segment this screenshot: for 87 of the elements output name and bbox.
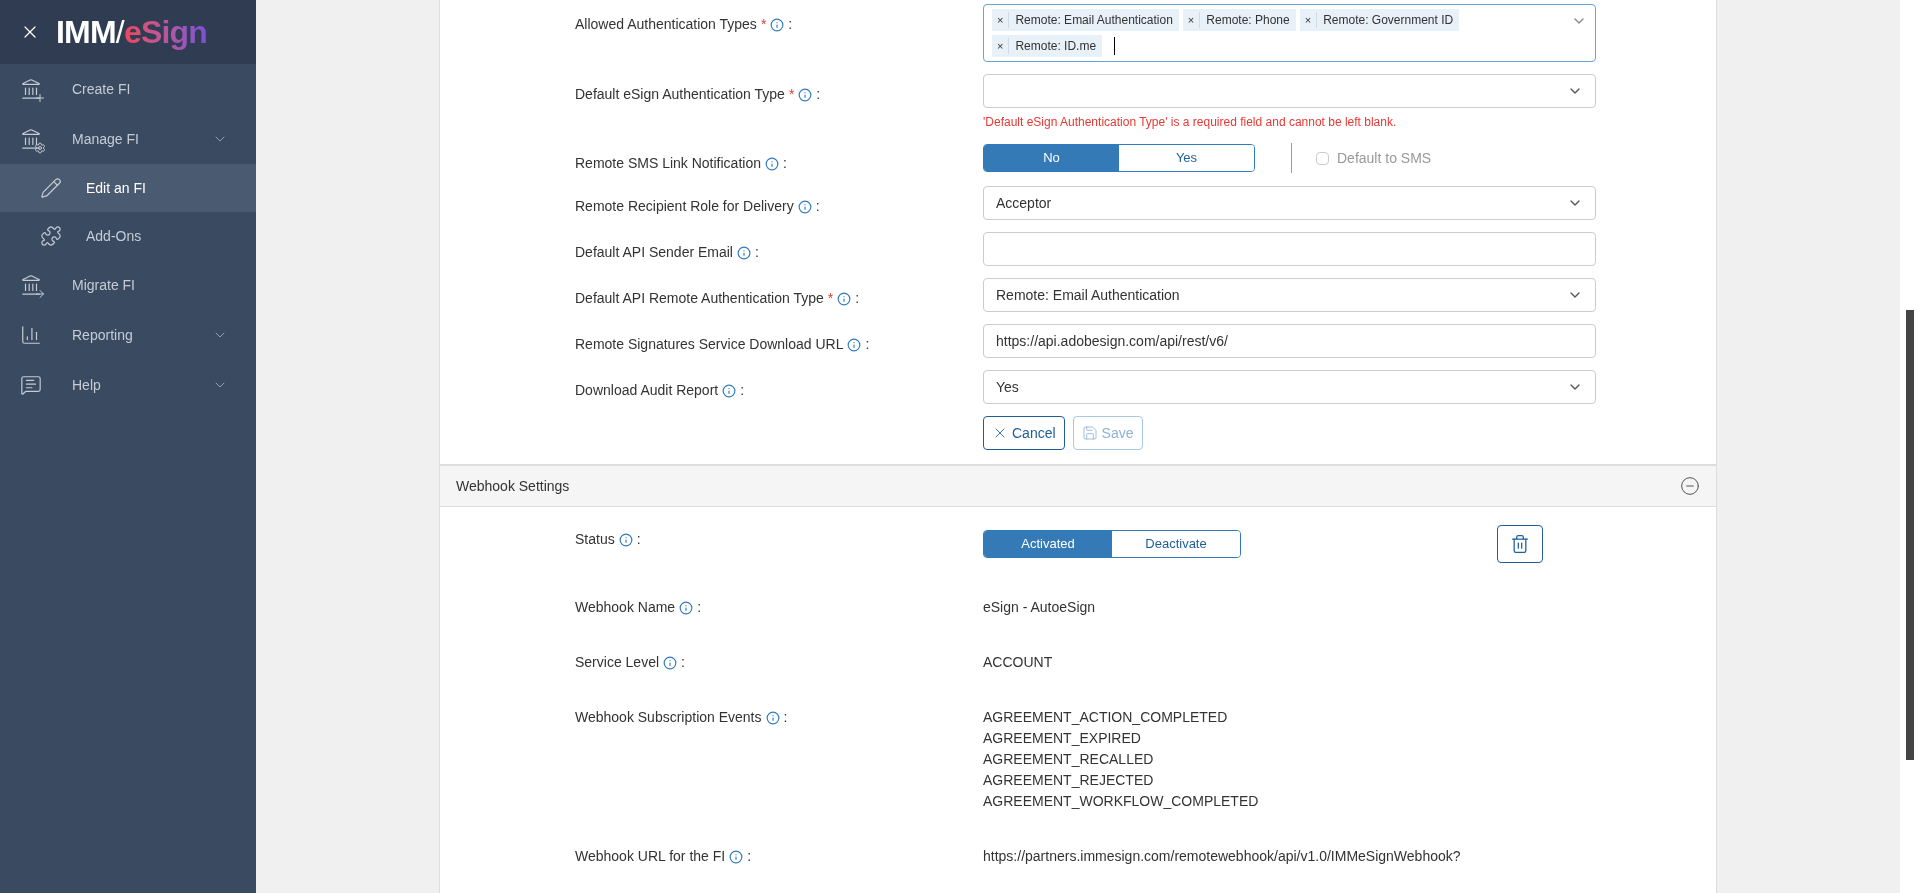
toggle-option[interactable]: No [984,145,1119,171]
field-value: eSign - AutoeSign [983,598,1096,617]
error-message: 'Default eSign Authentication Type' is a required field and cannot be left blank. [983,114,1398,131]
info-icon[interactable] [618,532,633,547]
field-value: AGREEMENT_RECALLED [983,750,1155,769]
colon: : [681,653,685,672]
select-field[interactable] [983,74,1596,108]
remove-tag-button[interactable]: × [992,37,1010,55]
field-label: Webhook URL for the FI [575,847,726,866]
colon: : [815,197,820,216]
info-icon[interactable] [663,655,678,670]
collapse-icon[interactable] [1680,476,1700,496]
field-value: AGREEMENT_ACTION_COMPLETED [983,708,1229,727]
colon: : [747,847,752,866]
info-icon[interactable] [737,245,751,260]
select-field[interactable]: Yes [983,370,1596,404]
info-icon[interactable] [770,17,785,32]
tags-field[interactable]: × Remote: Email Authentication × Remote: Phone × Remote: Government ID × Remote: ID.me [983,4,1596,62]
tag-label: Remote: Email Authentication [1014,12,1174,29]
info-icon[interactable] [847,337,862,352]
required-mark: * [760,15,767,34]
info-icon[interactable] [764,156,779,171]
colon: : [783,708,788,727]
nav-item[interactable]: Reporting [0,310,256,360]
nav-item[interactable]: Migrate FI [0,260,256,310]
colon: : [816,85,821,104]
info-icon[interactable] [679,600,694,615]
pencil-icon [40,177,62,199]
info-icon[interactable] [765,710,780,725]
field-label: Webhook Name [575,598,676,617]
remove-tag-button[interactable]: × [1182,11,1201,29]
tag-label: Remote: ID.me [1014,38,1098,55]
bank-arrow-icon [20,274,42,296]
colon: : [855,289,860,308]
help-icon [20,374,42,396]
colon: : [782,154,787,173]
select-field[interactable]: Acceptor [983,186,1596,220]
field-label: Allowed Authentication Types [575,15,757,34]
nav-item[interactable]: Manage FI [0,114,256,164]
nav-subitem[interactable]: Add-Ons [0,212,256,260]
field-label: Default API Sender Email [575,243,733,262]
remove-tag-button[interactable]: × [1299,11,1318,29]
field-label: Default API Remote Authentication Type [575,289,824,308]
colon: : [697,598,702,617]
remove-tag-button[interactable]: × [992,11,1010,29]
bank-plus-icon [20,78,42,100]
bar-chart-icon [20,324,42,346]
select-field[interactable]: Remote: Email Authentication [983,278,1596,312]
nav-item[interactable]: Create FI [0,64,256,114]
checkbox-label: Default to SMS [1337,148,1432,168]
text-field[interactable] [983,232,1596,266]
info-icon[interactable] [797,199,812,214]
toggle-option[interactable]: Activated [984,531,1112,557]
field-value: AGREEMENT_WORKFLOW_COMPLETED [983,792,1259,811]
info-icon[interactable] [837,291,852,306]
colon: : [740,381,745,400]
field-value: ACCOUNT [983,653,1053,672]
field-label: Default eSign Authentication Type [575,85,785,104]
info-icon[interactable] [798,87,813,102]
field-value: AGREEMENT_EXPIRED [983,729,1142,748]
text-field[interactable]: https://api.adobesign.com/api/rest/v6/ [983,324,1596,358]
section-title: Webhook Settings [456,476,570,496]
field-label: Webhook Subscription Events [575,708,762,727]
delete-button[interactable] [1497,525,1543,563]
trash-icon [1510,534,1530,554]
colon: : [865,335,870,354]
field-label: Remote Signatures Service Download URL [575,335,844,354]
cancel-button[interactable]: Cancel [983,416,1065,450]
info-icon[interactable] [729,849,744,864]
nav-subitem[interactable]: Edit an FI [0,164,256,212]
field-label: Status [575,530,615,549]
field-label: Remote SMS Link Notification [575,154,761,173]
tag-label: Remote: Government ID [1322,12,1455,29]
colon: : [788,15,793,34]
required-mark: * [827,289,834,308]
field-value: https://partners.immesign.com/remotewebhook/api/v1.0/IMMeSignWebhook? [983,847,1461,866]
colon: : [636,530,641,549]
puzzle-icon [40,225,62,247]
info-icon[interactable] [722,383,737,398]
field-label: Download Audit Report [575,381,719,400]
nav-item[interactable]: Help [0,360,256,410]
tag-label: Remote: Phone [1205,12,1291,29]
field-label: Service Level [575,653,660,672]
field-value: AGREEMENT_REJECTED [983,771,1155,790]
colon: : [755,243,759,262]
field-label: Remote Recipient Role for Delivery [575,197,794,216]
required-mark: * [788,85,795,104]
